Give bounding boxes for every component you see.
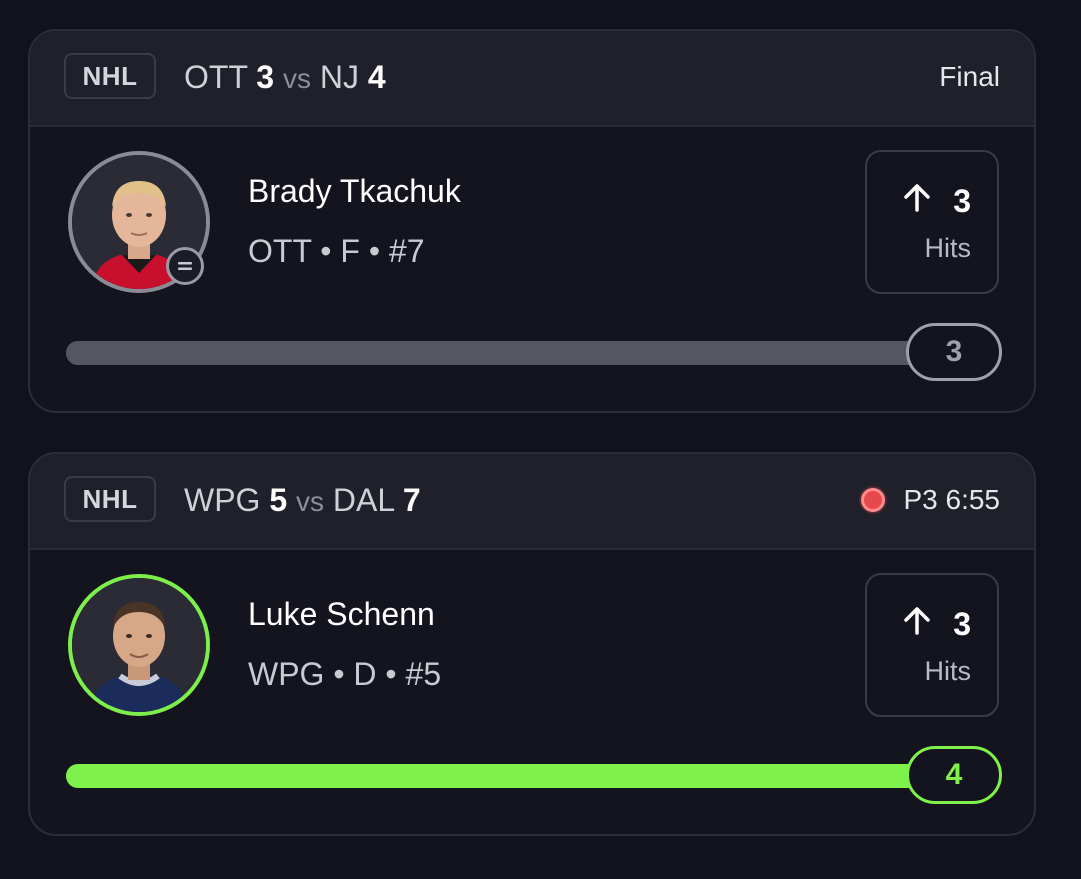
game-clock: P3 6:55 [903, 484, 1000, 515]
stat-line-value: 3 [953, 605, 971, 642]
game-status-text: Final [939, 61, 1000, 92]
game-status: Final [939, 59, 1000, 95]
equals-icon [166, 247, 204, 285]
prop-card-brady-tkachuk[interactable]: NHL OTT 3 vs NJ 4 Final Brady Tkachuk OT… [28, 29, 1036, 413]
matchup: OTT 3 vs NJ 4 [184, 57, 386, 99]
league-badge: NHL [64, 53, 156, 99]
home-team: DAL [332, 482, 394, 518]
league-badge: NHL [64, 476, 156, 522]
home-team: NJ [319, 59, 359, 95]
away-score: 5 [269, 482, 288, 518]
progress-value-pill: 3 [906, 323, 1002, 381]
game-status: P3 6:55 [861, 482, 1000, 518]
progress-fill [66, 341, 946, 365]
vs-label: vs [296, 486, 325, 517]
player-name[interactable]: Brady Tkachuk [248, 171, 461, 211]
game-header: NHL WPG 5 vs DAL 7 P3 6:55 [30, 454, 1034, 550]
stat-label: Hits [924, 656, 972, 686]
arrow-up-icon [901, 605, 933, 642]
live-indicator-icon [861, 488, 886, 512]
home-score: 7 [402, 482, 421, 518]
progress-bar [66, 341, 946, 365]
progress-bar [66, 764, 946, 788]
stat-line-value: 3 [953, 182, 971, 219]
player-photo [72, 578, 206, 712]
player-name[interactable]: Luke Schenn [248, 594, 435, 634]
matchup: WPG 5 vs DAL 7 [184, 480, 421, 522]
away-score: 3 [256, 59, 275, 95]
vs-label: vs [282, 63, 311, 94]
arrow-up-icon [901, 182, 933, 219]
progress-fill [66, 764, 946, 788]
game-header: NHL OTT 3 vs NJ 4 Final [30, 31, 1034, 127]
home-score: 4 [367, 59, 386, 95]
progress-value-pill: 4 [906, 746, 1002, 804]
stat-top: 3 [901, 605, 971, 642]
stat-box[interactable]: 3 Hits [865, 150, 999, 294]
prop-card-luke-schenn[interactable]: NHL WPG 5 vs DAL 7 P3 6:55 Luke Schenn W… [28, 452, 1036, 836]
stat-label: Hits [924, 233, 972, 263]
stat-top: 3 [901, 182, 971, 219]
player-meta: OTT • F • #7 [248, 233, 425, 269]
player-meta: WPG • D • #5 [248, 656, 442, 692]
stat-box[interactable]: 3 Hits [865, 573, 999, 717]
away-team: WPG [184, 482, 261, 518]
away-team: OTT [184, 59, 248, 95]
player-avatar [68, 574, 210, 716]
